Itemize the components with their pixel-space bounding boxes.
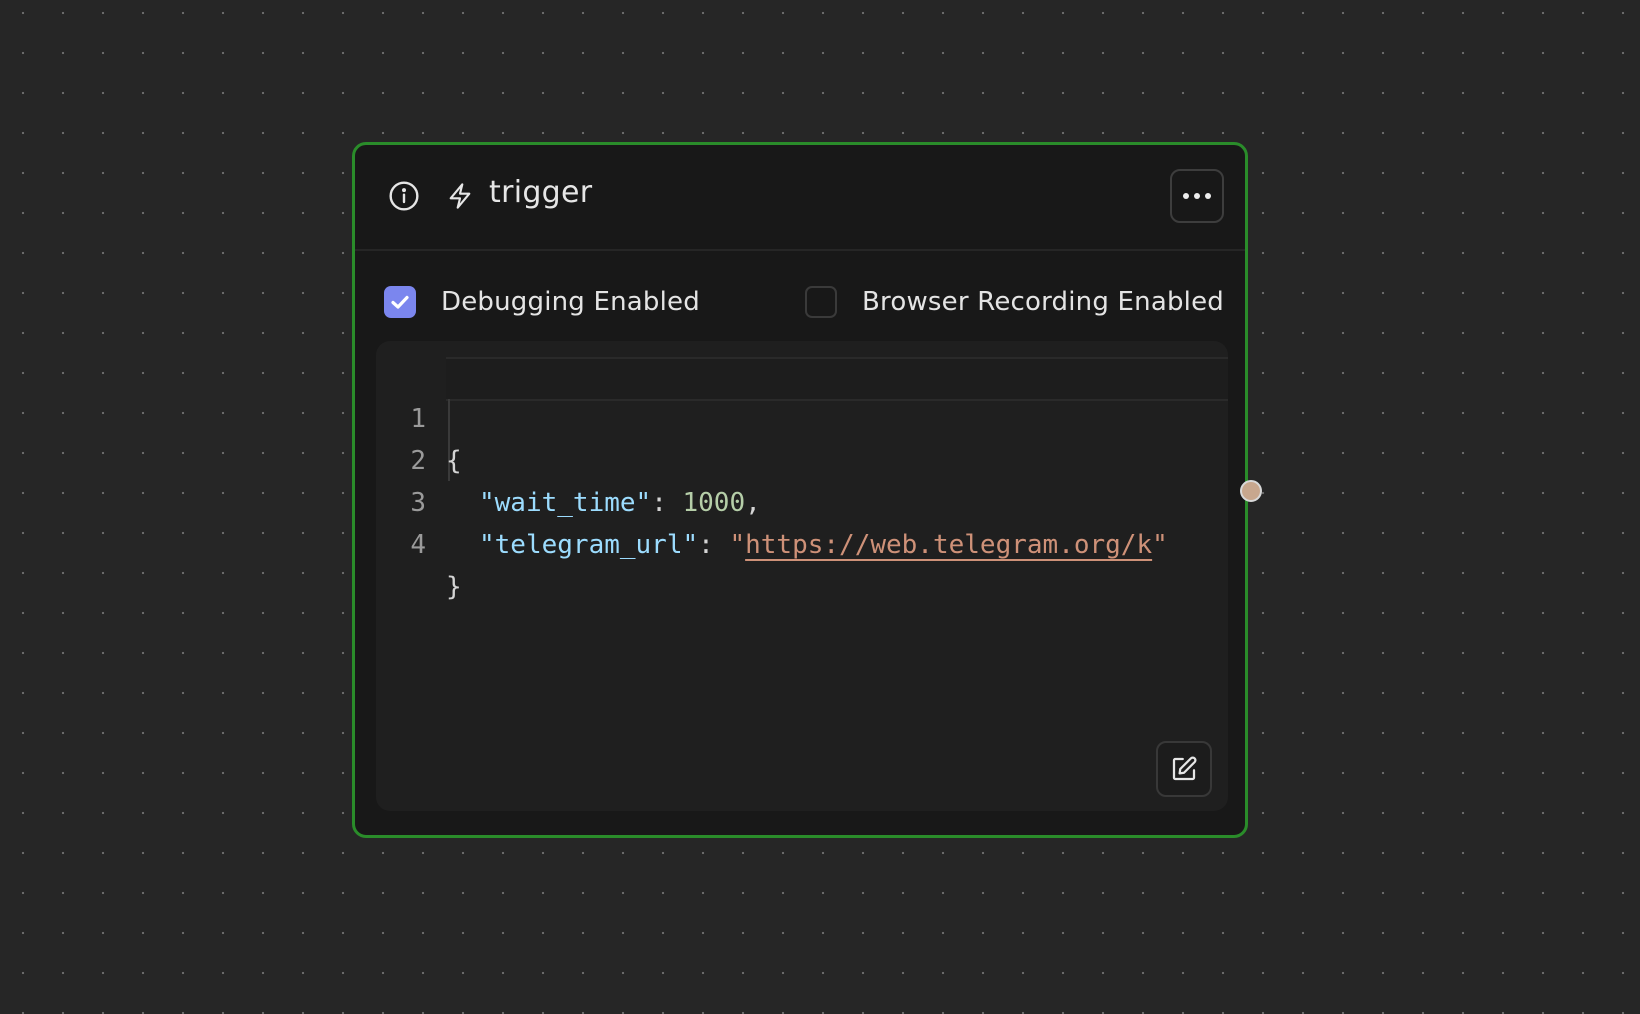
json-number-value: 1000 <box>682 488 746 518</box>
dot <box>1205 193 1211 199</box>
json-url-link[interactable]: https://web.telegram.org/k <box>745 530 1152 560</box>
edit-button[interactable] <box>1156 741 1212 797</box>
code-text: } <box>446 572 462 602</box>
browser-recording-label: Browser Recording Enabled <box>862 287 1224 317</box>
node-header: trigger <box>355 145 1245 251</box>
active-line-highlight <box>446 357 1228 401</box>
output-connection-handle[interactable] <box>1240 480 1262 502</box>
browser-recording-option[interactable]: Browser Recording Enabled <box>805 285 1224 319</box>
json-key: "wait_time" <box>479 488 652 518</box>
debugging-option[interactable]: Debugging Enabled <box>384 285 700 319</box>
json-comma: , <box>745 488 761 518</box>
code-editor[interactable]: 1 { 2 "wait_time": 1000, 3 "telegram_url… <box>376 341 1228 811</box>
line-number: 4 <box>410 530 426 560</box>
browser-recording-checkbox[interactable] <box>805 286 837 318</box>
debugging-checkbox[interactable] <box>384 286 416 318</box>
code-line: 1 { <box>376 356 470 476</box>
json-separator: : <box>651 488 683 518</box>
code-line: 2 "wait_time": 1000, <box>376 398 760 518</box>
check-icon <box>391 295 409 309</box>
code-content: "wait_time": 1000, <box>479 482 761 524</box>
node-title: trigger <box>489 175 593 210</box>
debugging-label: Debugging Enabled <box>441 287 700 317</box>
info-icon[interactable] <box>388 180 420 212</box>
trigger-node[interactable]: trigger Debugging Enabled Browser Record… <box>352 142 1248 838</box>
lightning-bolt-icon <box>449 183 471 209</box>
dot <box>1194 193 1200 199</box>
code-line: 4 } <box>376 482 470 602</box>
json-quote: " <box>1152 530 1168 560</box>
json-key: "telegram_url" <box>479 530 699 560</box>
more-options-button[interactable] <box>1170 169 1224 223</box>
code-line: 3 "telegram_url": "https://web.telegram.… <box>376 440 1167 560</box>
more-horizontal-icon <box>1183 193 1189 199</box>
json-separator: : <box>698 530 730 560</box>
edit-icon <box>1172 756 1197 781</box>
json-quote: " <box>729 530 746 560</box>
code-content: "telegram_url": "https://web.telegram.or… <box>479 524 1168 566</box>
